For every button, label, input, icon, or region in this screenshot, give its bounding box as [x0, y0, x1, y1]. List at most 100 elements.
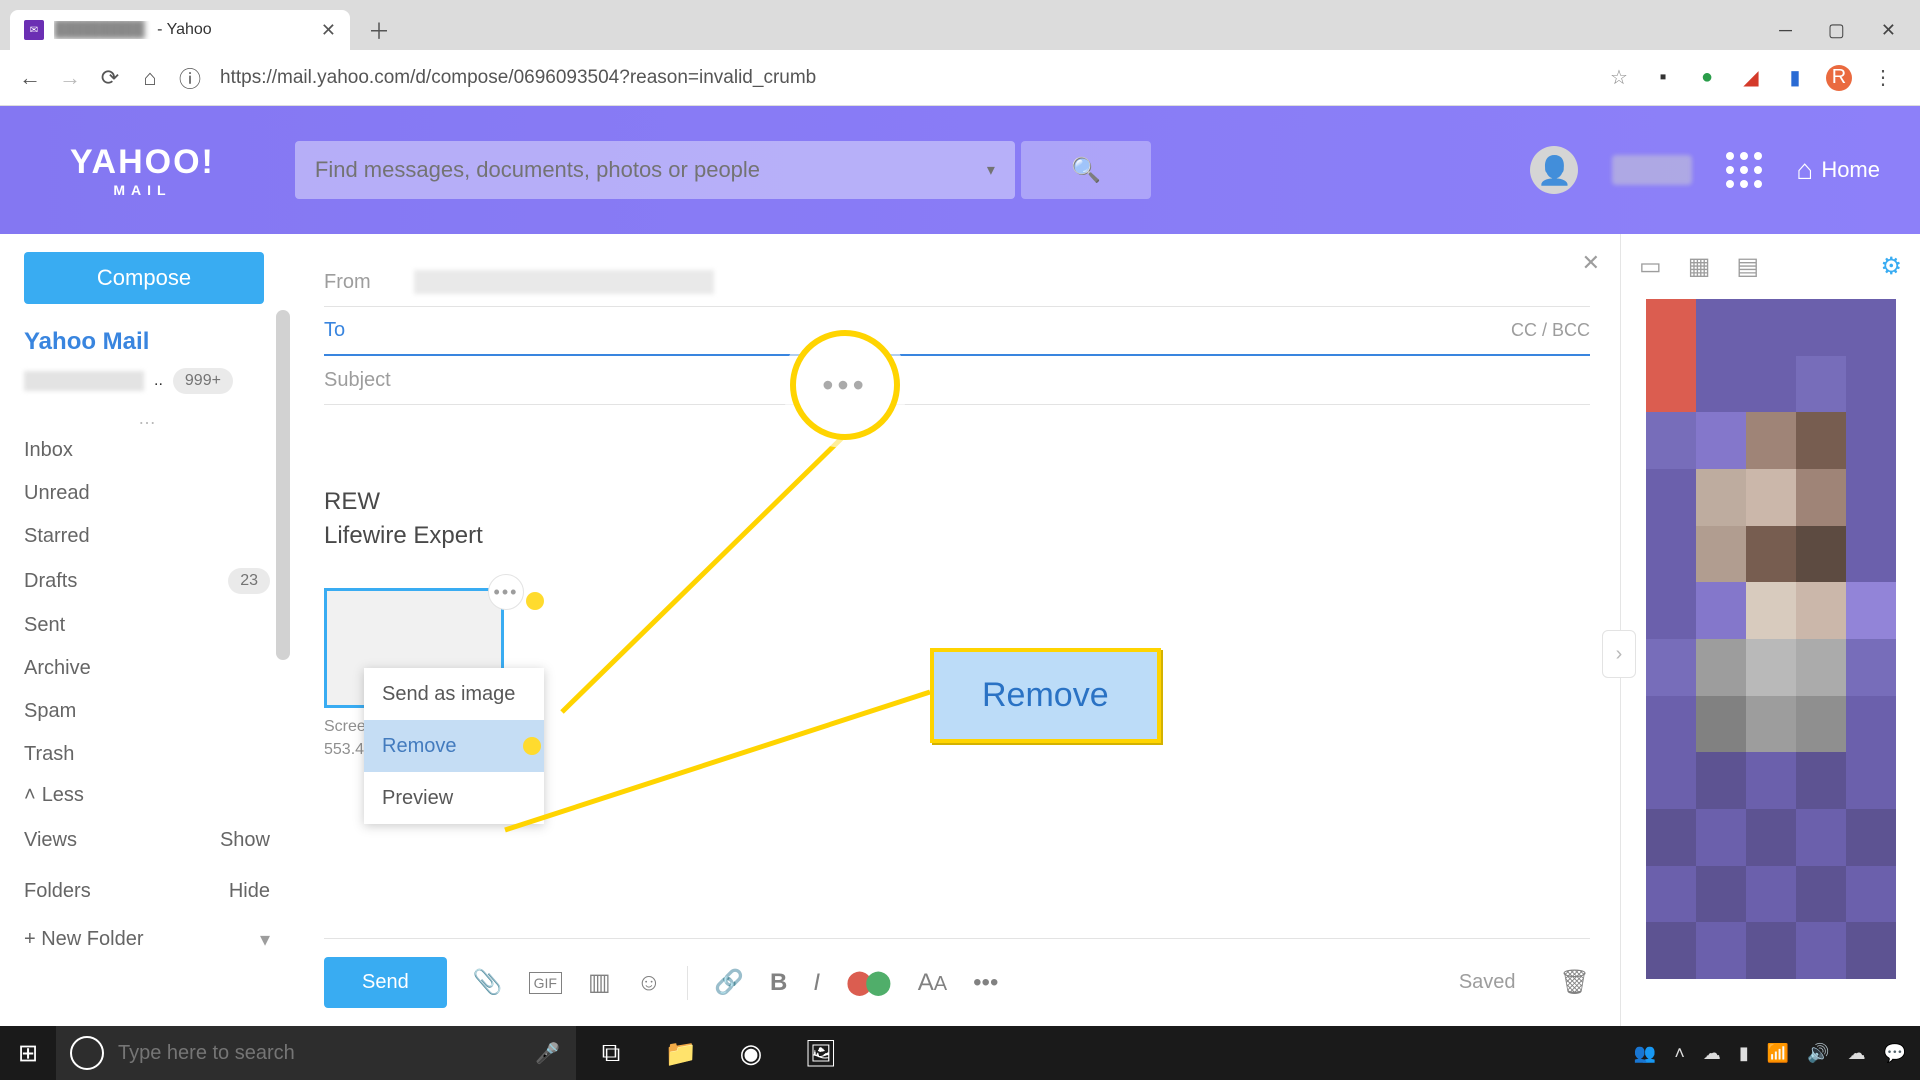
folders-row[interactable]: FoldersHide: [24, 866, 270, 917]
callout-box-remove: Remove: [930, 648, 1161, 743]
volume-icon[interactable]: 🔊: [1807, 1043, 1829, 1064]
tab-title: ████████ - Yahoo: [54, 21, 315, 39]
folder-archive[interactable]: Archive: [24, 647, 270, 690]
next-pane-handle[interactable]: ›: [1602, 630, 1636, 678]
browser-tab[interactable]: ✉ ████████ - Yahoo ✕: [10, 10, 350, 50]
folder-trash[interactable]: Trash: [24, 733, 270, 776]
folder-sent[interactable]: Sent: [24, 604, 270, 647]
to-label: To: [324, 319, 414, 342]
account-row[interactable]: .. 999+: [24, 368, 270, 394]
user-name-blur: [1612, 155, 1692, 185]
profile-avatar[interactable]: R: [1826, 65, 1852, 91]
bold-icon[interactable]: B: [770, 969, 787, 997]
callout-more-dots: •••: [822, 367, 868, 404]
task-view-icon[interactable]: ⧉: [576, 1026, 646, 1080]
emoji-icon[interactable]: ☺: [637, 969, 662, 997]
unread-badge: 999+: [173, 368, 233, 394]
link-icon[interactable]: 🔗: [714, 968, 744, 997]
reload-icon[interactable]: ⟳: [90, 58, 130, 98]
tray-chevron-icon[interactable]: ˄: [1674, 1043, 1685, 1064]
send-button[interactable]: Send: [324, 957, 447, 1008]
chrome-icon[interactable]: ◉: [716, 1026, 786, 1080]
folder-starred[interactable]: Starred: [24, 515, 270, 558]
ext-icon-1[interactable]: ▪: [1650, 65, 1676, 91]
logo-subtext: MAIL: [70, 182, 215, 198]
apps-grid-icon[interactable]: [1726, 152, 1762, 188]
address-bar: ← → ⟳ ⌂ ⓘ https://mail.yahoo.com/d/compo…: [0, 50, 1920, 106]
minimize-icon[interactable]: ─: [1779, 20, 1792, 41]
text-color-icon[interactable]: ⬤⬤: [846, 968, 892, 997]
folder-inbox[interactable]: Inbox: [24, 429, 270, 472]
ext-icon-2[interactable]: ●: [1694, 65, 1720, 91]
forward-icon[interactable]: →: [50, 58, 90, 98]
folder-drafts[interactable]: Drafts23: [24, 558, 270, 604]
start-button[interactable]: ⊞: [0, 1026, 56, 1080]
new-folder-button[interactable]: + New Folder▾: [24, 917, 270, 962]
folder-unread[interactable]: Unread: [24, 472, 270, 515]
discard-icon[interactable]: 🗑: [1560, 968, 1590, 997]
callout-endpoint-1: [526, 592, 544, 610]
home-icon[interactable]: ⌂: [130, 58, 170, 98]
menu-preview[interactable]: Preview: [364, 772, 544, 824]
close-tab-icon[interactable]: ✕: [321, 20, 336, 41]
account-section-title[interactable]: Yahoo Mail: [24, 328, 270, 356]
search-box[interactable]: ▾: [295, 141, 1015, 199]
house-icon: ⌂: [1796, 154, 1813, 186]
chevron-down-icon: ▾: [260, 927, 270, 952]
user-avatar[interactable]: 👤: [1530, 146, 1578, 194]
attachment-more-icon[interactable]: •••: [488, 574, 524, 610]
more-format-icon[interactable]: •••: [973, 969, 998, 997]
photos-icon[interactable]: 🖼: [786, 1026, 856, 1080]
main-area: Compose Yahoo Mail .. 999+ … Inbox Unrea…: [0, 234, 1920, 1026]
site-info-icon[interactable]: ⓘ: [170, 58, 210, 98]
gear-icon[interactable]: ⚙: [1880, 252, 1902, 281]
notepad-icon[interactable]: ▤: [1736, 252, 1759, 281]
people-icon[interactable]: 👥: [1634, 1043, 1656, 1064]
yahoo-logo[interactable]: YAHOO! MAIL: [70, 143, 215, 198]
stationery-icon[interactable]: ▥: [588, 968, 611, 997]
search-button[interactable]: 🔍: [1021, 141, 1151, 199]
cloud-icon[interactable]: ☁: [1848, 1043, 1866, 1064]
new-tab-button[interactable]: ＋: [362, 13, 396, 47]
views-row[interactable]: ViewsShow: [24, 815, 270, 866]
folder-spam[interactable]: Spam: [24, 690, 270, 733]
subject-field[interactable]: Subject: [324, 356, 1590, 405]
cc-bcc-toggle[interactable]: CC / BCC: [1511, 320, 1590, 341]
taskbar-search-input[interactable]: [118, 1042, 519, 1065]
attach-icon[interactable]: 📎: [473, 968, 503, 997]
battery-icon[interactable]: ▮: [1739, 1043, 1749, 1064]
back-icon[interactable]: ←: [10, 58, 50, 98]
wifi-icon[interactable]: 📶: [1767, 1043, 1789, 1064]
menu-remove[interactable]: Remove: [364, 720, 544, 772]
url-text[interactable]: https://mail.yahoo.com/d/compose/0696093…: [210, 67, 1606, 89]
maximize-icon[interactable]: ▢: [1828, 20, 1845, 41]
taskbar-search[interactable]: 🎤: [56, 1026, 576, 1080]
font-size-icon[interactable]: AA: [918, 969, 947, 997]
star-icon[interactable]: ☆: [1606, 65, 1632, 91]
file-explorer-icon[interactable]: 📁: [646, 1026, 716, 1080]
yahoo-header: YAHOO! MAIL ▾ 🔍 👤 ⌂ Home: [0, 106, 1920, 234]
separator: [687, 966, 688, 1000]
mic-icon[interactable]: 🎤: [535, 1041, 560, 1066]
notifications-icon[interactable]: 💬: [1884, 1043, 1906, 1064]
italic-icon[interactable]: I: [813, 969, 820, 997]
chevron-down-icon[interactable]: ▾: [987, 160, 995, 180]
from-field[interactable]: From: [324, 258, 1590, 307]
menu-send-as-image[interactable]: Send as image: [364, 668, 544, 720]
close-compose-icon[interactable]: ✕: [1582, 250, 1600, 276]
close-window-icon[interactable]: ✕: [1881, 20, 1896, 41]
to-field[interactable]: To CC / BCC: [324, 307, 1590, 356]
attachment-meta: Scree553.4: [324, 716, 366, 761]
search-input[interactable]: [315, 157, 977, 183]
sidebar-scrollbar[interactable]: [276, 310, 290, 660]
less-toggle[interactable]: ˄Less: [24, 776, 270, 815]
compose-button[interactable]: Compose: [24, 252, 264, 304]
ext-icon-4[interactable]: ▮: [1782, 65, 1808, 91]
gif-icon[interactable]: GIF: [529, 972, 562, 994]
calendar-icon[interactable]: ▦: [1688, 252, 1711, 281]
kebab-menu-icon[interactable]: ⋮: [1870, 65, 1896, 91]
ext-icon-3[interactable]: ◢: [1738, 65, 1764, 91]
home-link[interactable]: ⌂ Home: [1796, 154, 1880, 186]
onedrive-icon[interactable]: ☁: [1703, 1043, 1721, 1064]
contacts-icon[interactable]: ▭: [1639, 252, 1662, 281]
